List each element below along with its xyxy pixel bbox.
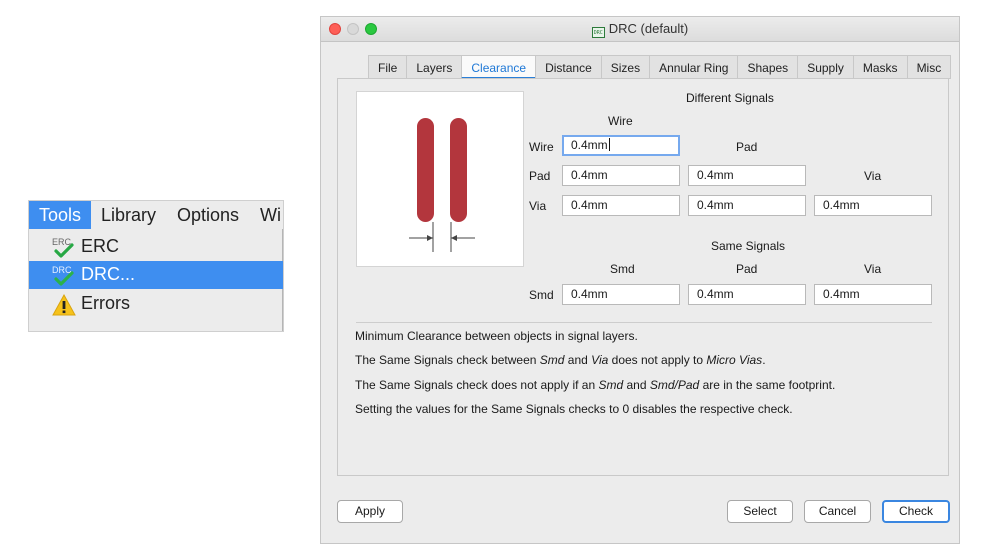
same-col-pad-label: Pad xyxy=(736,262,758,276)
menu-options[interactable]: Options xyxy=(177,201,239,229)
note-3-part-a: The Same Signals check does not apply if… xyxy=(355,378,599,392)
note-2-part-e: does not apply to xyxy=(608,353,707,367)
row-via-label: Via xyxy=(529,199,547,213)
note-3-part-c: and xyxy=(623,378,650,392)
menu-item-errors-label: Errors xyxy=(81,293,130,313)
menu-item-erc-label: ERC xyxy=(81,236,120,256)
menu-bar: Tools Library Options Wi xyxy=(29,201,283,229)
note-line-3: The Same Signals check does not apply if… xyxy=(355,378,835,392)
note-2-micro-vias: Micro Vias xyxy=(706,353,763,367)
via-wire-field[interactable]: 0.4mm xyxy=(562,195,680,216)
tab-misc[interactable]: Misc xyxy=(906,55,952,79)
note-3-smd-pad: Smd/Pad xyxy=(649,378,700,392)
warning-icon xyxy=(51,292,77,318)
note-2-period: . xyxy=(762,353,766,367)
smd-pad-field[interactable]: 0.4mm xyxy=(688,284,806,305)
tab-file[interactable]: File xyxy=(368,55,408,79)
smd-via-field[interactable]: 0.4mm xyxy=(814,284,932,305)
tab-layers[interactable]: Layers xyxy=(406,55,463,79)
different-signals-title: Different Signals xyxy=(686,91,774,105)
wire-wire-field[interactable]: 0.4mm xyxy=(562,135,680,156)
note-2-via: Via xyxy=(591,353,609,367)
window-title: DRC (default) xyxy=(608,21,689,36)
menu-window[interactable]: Wi xyxy=(260,201,281,229)
title-bar: DRC DRC (default) xyxy=(321,17,959,42)
select-button[interactable]: Select xyxy=(727,500,793,523)
menu-tools[interactable]: Tools xyxy=(29,201,92,229)
same-col-smd-label: Smd xyxy=(610,262,635,276)
menu-item-drc[interactable]: DRC DRC... xyxy=(29,261,283,289)
drc-check-icon: DRC xyxy=(51,263,77,289)
svg-text:ERC: ERC xyxy=(52,237,72,247)
apply-button[interactable]: Apply xyxy=(337,500,403,523)
svg-text:DRC: DRC xyxy=(52,265,72,275)
pad-wire-field[interactable]: 0.4mm xyxy=(562,165,680,186)
tab-clearance[interactable]: Clearance xyxy=(461,55,537,79)
tab-annular-ring[interactable]: Annular Ring xyxy=(649,55,739,79)
note-2-smd: Smd xyxy=(539,353,565,367)
check-button[interactable]: Check xyxy=(882,500,950,523)
menu-library[interactable]: Library xyxy=(101,201,156,229)
wire-wire-value: 0.4mm xyxy=(571,138,608,152)
drc-app-icon: DRC xyxy=(591,27,605,38)
clearance-panel: Different Signals Wire Pad Via Wire Pad … xyxy=(337,78,949,476)
menu-item-erc[interactable]: ERC ERC xyxy=(29,233,283,261)
cancel-button[interactable]: Cancel xyxy=(804,500,871,523)
via-pad-field[interactable]: 0.4mm xyxy=(688,195,806,216)
window-title-group: DRC DRC (default) xyxy=(591,21,689,38)
row-wire-label: Wire xyxy=(529,140,554,154)
tools-menu-screenshot: Tools Library Options Wi ERC ERC DRC DRC… xyxy=(28,200,284,332)
note-2-part-a: The Same Signals check between xyxy=(355,353,540,367)
col-pad-label: Pad xyxy=(736,140,758,154)
clearance-preview xyxy=(356,91,524,267)
drc-dialog: DRC DRC (default) File Layers Clearance D… xyxy=(320,16,960,544)
note-line-4: Setting the values for the Same Signals … xyxy=(355,402,793,416)
pad-pad-field[interactable]: 0.4mm xyxy=(688,165,806,186)
tab-sizes[interactable]: Sizes xyxy=(600,55,651,79)
tools-dropdown: ERC ERC DRC DRC... Errors xyxy=(29,229,283,331)
text-caret xyxy=(608,138,610,151)
tab-bar: File Layers Clearance Distance Sizes Ann… xyxy=(368,55,952,79)
trace-left xyxy=(417,118,434,222)
row-pad-label: Pad xyxy=(529,169,551,183)
note-line-2: The Same Signals check between Smd and V… xyxy=(355,353,766,367)
note-2-part-c: and xyxy=(564,353,592,367)
same-signals-title: Same Signals xyxy=(711,239,786,253)
title-wrap: DRC DRC (default) xyxy=(321,17,959,41)
menu-item-drc-label: DRC... xyxy=(81,264,135,284)
col-wire-label: Wire xyxy=(608,114,633,128)
note-3-part-e: are in the same footprint. xyxy=(699,378,836,392)
tab-shapes[interactable]: Shapes xyxy=(737,55,799,79)
erc-check-icon: ERC xyxy=(51,235,77,261)
menu-item-errors[interactable]: Errors xyxy=(29,290,283,318)
smd-smd-field[interactable]: 0.4mm xyxy=(562,284,680,305)
same-row-smd-label: Smd xyxy=(529,288,554,302)
trace-right xyxy=(450,118,467,222)
note-3-smd: Smd xyxy=(598,378,624,392)
same-col-via-label: Via xyxy=(864,262,882,276)
tab-masks[interactable]: Masks xyxy=(852,55,908,79)
clearance-illustration xyxy=(409,118,475,252)
note-line-1: Minimum Clearance between objects in sig… xyxy=(355,329,638,343)
tab-supply[interactable]: Supply xyxy=(797,55,854,79)
tab-distance[interactable]: Distance xyxy=(535,55,602,79)
col-via-label: Via xyxy=(864,169,882,183)
separator xyxy=(356,322,932,323)
via-via-field[interactable]: 0.4mm xyxy=(814,195,932,216)
